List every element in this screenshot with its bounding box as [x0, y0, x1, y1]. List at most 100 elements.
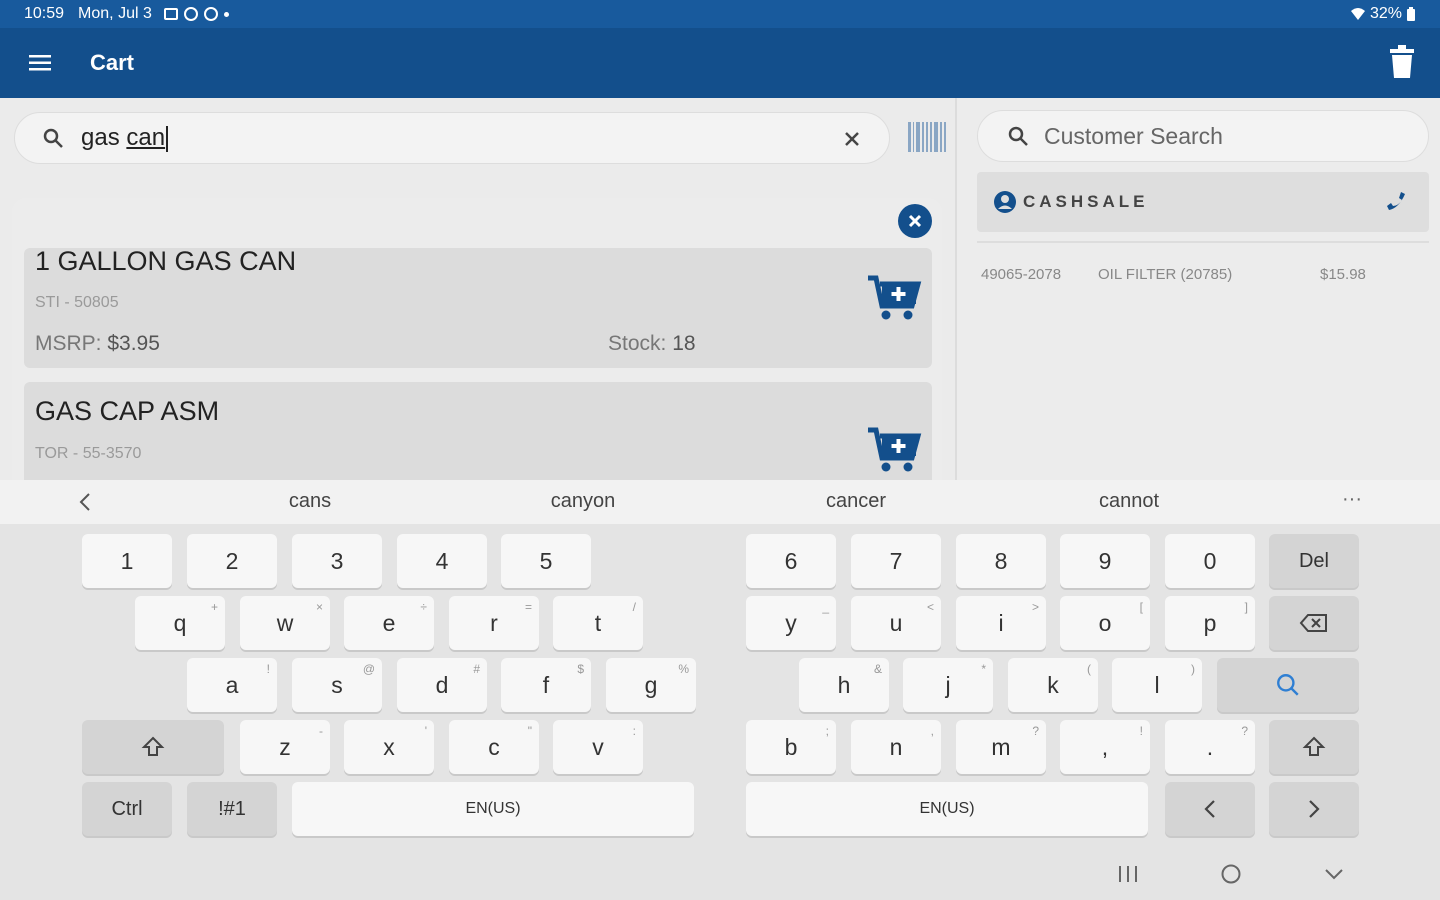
key-r[interactable]: r = — [449, 596, 539, 650]
search-text: gas can — [81, 124, 169, 152]
chevron-left-icon[interactable] — [74, 490, 98, 514]
key-u[interactable]: u < — [851, 596, 941, 650]
key-m[interactable]: m? — [956, 720, 1046, 774]
key-z[interactable]: z- — [240, 720, 330, 774]
key-j[interactable]: j * — [903, 658, 993, 712]
delete-cart-button[interactable] — [1382, 42, 1422, 82]
recent-apps-icon — [1119, 866, 1137, 882]
hide-keyboard-button[interactable] — [1319, 860, 1349, 888]
key-b[interactable]: b; — [746, 720, 836, 774]
chevron-down-icon — [1325, 869, 1343, 880]
add-to-cart-icon[interactable] — [866, 424, 922, 474]
key-k[interactable]: k( — [1008, 658, 1098, 712]
on-screen-keyboard: 1 2 3 4 5 6 7 8 9 0 Del q + w × e ÷ r = t / y… — [0, 524, 1440, 900]
key-o[interactable]: o[ — [1060, 596, 1150, 650]
key-0[interactable]: 0 — [1165, 534, 1255, 588]
key-8[interactable]: 8 — [956, 534, 1046, 588]
search-text-composing: can — [126, 124, 166, 151]
more-suggestions-button[interactable]: ··· — [1342, 488, 1362, 511]
cart-panel: Customer Search CASHSALE 49065-2078 OIL … — [955, 98, 1440, 480]
key-l[interactable]: l) — [1112, 658, 1202, 712]
key-2[interactable]: 2 — [187, 534, 277, 588]
customer-search-input[interactable]: Customer Search — [977, 110, 1429, 162]
close-icon — [908, 214, 922, 228]
trash-icon — [1390, 45, 1414, 78]
suggestion-item[interactable]: cans — [289, 490, 331, 513]
backspace-key[interactable] — [1269, 596, 1359, 650]
settings-icon — [203, 7, 218, 21]
shift-icon — [141, 736, 165, 756]
key-y[interactable]: y _ — [746, 596, 836, 650]
key-f[interactable]: f $ — [501, 658, 591, 712]
item-stock: Stock: 18 — [608, 332, 696, 355]
menu-button[interactable] — [0, 28, 80, 98]
account-circle-icon — [994, 191, 1016, 213]
del-key[interactable]: Del — [1269, 534, 1359, 588]
customer-row[interactable]: CASHSALE — [977, 172, 1429, 232]
cursor-right-key[interactable] — [1269, 782, 1359, 836]
cart-line-price: $15.98 — [1320, 266, 1366, 283]
suggestion-item[interactable]: canyon — [551, 490, 616, 513]
barcode-icon[interactable] — [908, 122, 947, 152]
ctrl-key[interactable]: Ctrl — [82, 782, 172, 836]
key-3[interactable]: 3 — [292, 534, 382, 588]
key-4[interactable]: 4 — [397, 534, 487, 588]
key-9[interactable]: 9 — [1060, 534, 1150, 588]
close-icon[interactable] — [839, 126, 865, 152]
key-v[interactable]: v: — [553, 720, 643, 774]
key-e[interactable]: e ÷ — [344, 596, 434, 650]
item-code: TOR - 55-3570 — [35, 445, 142, 462]
result-item[interactable]: GAS CAP ASM TOR - 55-3570 — [24, 382, 932, 480]
key-q[interactable]: q + — [135, 596, 225, 650]
result-item[interactable]: 1 GALLON GAS CAN STI - 50805 MSRP: $3.95… — [24, 246, 932, 368]
key-c[interactable]: c " — [449, 720, 539, 774]
search-icon — [1277, 674, 1299, 696]
product-panel: gas can 1 GALLON GAS CAN STI - 50805 MSR… — [0, 98, 955, 480]
recent-apps-button[interactable] — [1113, 860, 1143, 888]
search-key[interactable] — [1217, 658, 1359, 712]
key-s[interactable]: s @ — [292, 658, 382, 712]
search-icon — [43, 128, 63, 148]
wifi-icon — [1350, 8, 1365, 20]
key-a[interactable]: a! — [187, 658, 277, 712]
key-g[interactable]: g% — [606, 658, 696, 712]
cursor-left-key[interactable] — [1165, 782, 1255, 836]
system-navigation-bar — [0, 848, 1440, 900]
key-n[interactable]: n, — [851, 720, 941, 774]
key-t[interactable]: t / — [553, 596, 643, 650]
key-h[interactable]: h & — [799, 658, 889, 712]
customer-name: CASHSALE — [1023, 192, 1149, 211]
key-x[interactable]: x ' — [344, 720, 434, 774]
add-to-cart-icon[interactable] — [866, 272, 922, 322]
hamburger-menu-icon — [29, 55, 51, 71]
shift-icon — [1302, 736, 1326, 756]
home-button[interactable] — [1216, 860, 1246, 888]
keyboard-suggestion-bar: cans canyon cancer cannot ··· — [0, 480, 1440, 524]
space-key-right[interactable]: EN(US) — [746, 782, 1148, 836]
suggestion-item[interactable]: cannot — [1099, 490, 1159, 513]
shift-key-right[interactable] — [1269, 720, 1359, 774]
key-comma[interactable]: ,! — [1060, 720, 1150, 774]
key-i[interactable]: i > — [956, 596, 1046, 650]
key-1[interactable]: 1 — [82, 534, 172, 588]
suggestion-item[interactable]: cancer — [826, 490, 886, 513]
key-d[interactable]: d # — [397, 658, 487, 712]
key-6[interactable]: 6 — [746, 534, 836, 588]
space-key-left[interactable]: EN(US) — [292, 782, 694, 836]
page-title: Cart — [90, 50, 135, 75]
shift-key[interactable] — [82, 720, 224, 774]
item-name: GAS CAP ASM — [35, 396, 220, 426]
item-msrp: MSRP: $3.95 — [35, 332, 160, 355]
battery-icon — [1407, 6, 1415, 21]
key-w[interactable]: w × — [240, 596, 330, 650]
more-notifications-icon — [223, 11, 229, 17]
key-p[interactable]: p] — [1165, 596, 1255, 650]
status-time: 10:59 — [24, 5, 65, 22]
symbols-key[interactable]: !#1 — [187, 782, 277, 836]
key-5[interactable]: 5 — [501, 534, 591, 588]
product-search-input[interactable]: gas can — [14, 112, 890, 164]
key-period[interactable]: .? — [1165, 720, 1255, 774]
phone-icon[interactable] — [1383, 188, 1411, 216]
close-results-button[interactable] — [898, 204, 932, 238]
key-7[interactable]: 7 — [851, 534, 941, 588]
